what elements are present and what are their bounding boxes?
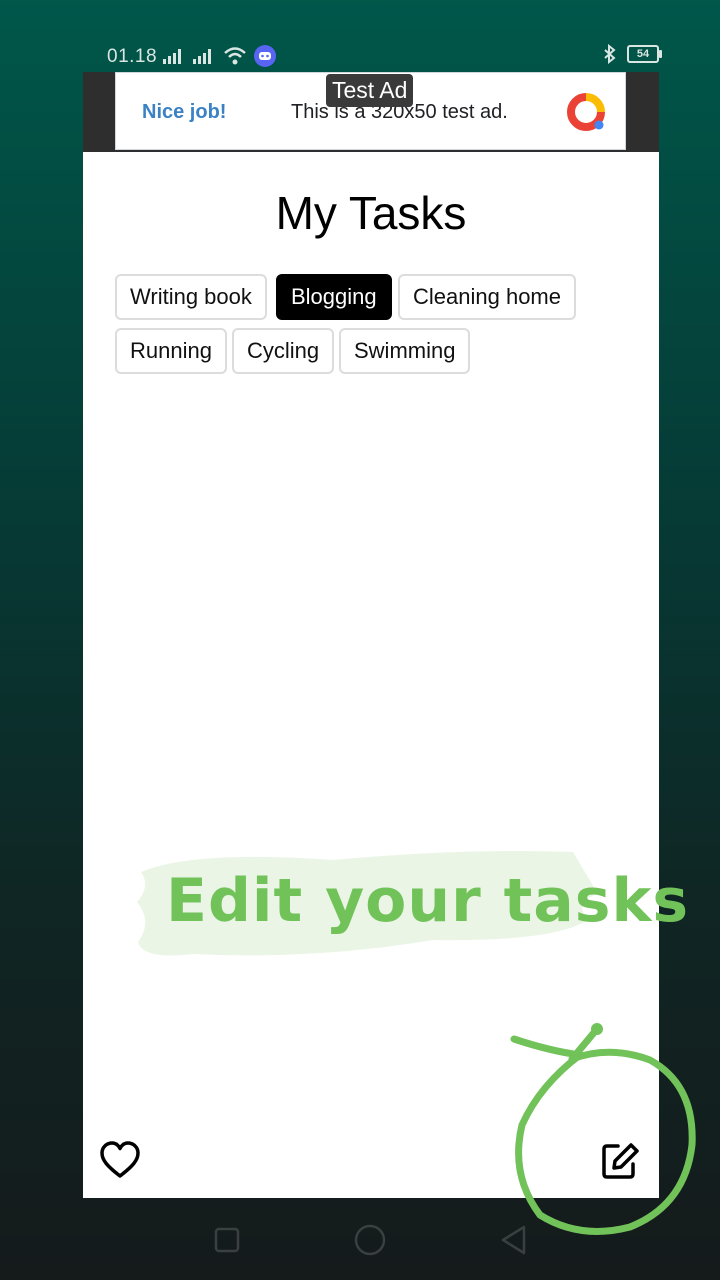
recent-apps-icon[interactable] [207,1220,247,1260]
task-chip-writing-book[interactable]: Writing book [115,274,267,320]
hint-text: Edit your tasks [166,866,690,936]
navigation-bar [0,1198,720,1280]
signal-icon [163,49,181,64]
heart-icon[interactable] [97,1138,143,1184]
back-icon[interactable] [494,1220,534,1260]
signal-icon-2 [193,49,211,64]
task-chip-swimming[interactable]: Swimming [339,328,471,374]
battery-indicator: 54 [627,45,662,63]
wifi-icon [224,47,246,65]
ad-cta[interactable]: Nice job! [142,101,226,124]
home-icon[interactable] [350,1220,390,1260]
ad-strip: Nice job! This is a 320x50 test ad. Test… [83,72,659,152]
test-ad-label: Test Ad [326,74,414,107]
page-title: My Tasks [275,187,467,239]
status-bar: 01.18 54 [83,40,662,72]
admob-logo-icon [567,93,605,131]
bluetooth-icon [604,44,616,64]
task-chip-cleaning-home[interactable]: Cleaning home [398,274,576,320]
discord-icon [254,45,276,67]
task-chip-blogging[interactable]: Blogging [276,274,392,320]
task-chip-cycling[interactable]: Cycling [232,328,335,374]
task-chip-running[interactable]: Running [115,328,227,374]
status-time: 01.18 [107,46,158,67]
